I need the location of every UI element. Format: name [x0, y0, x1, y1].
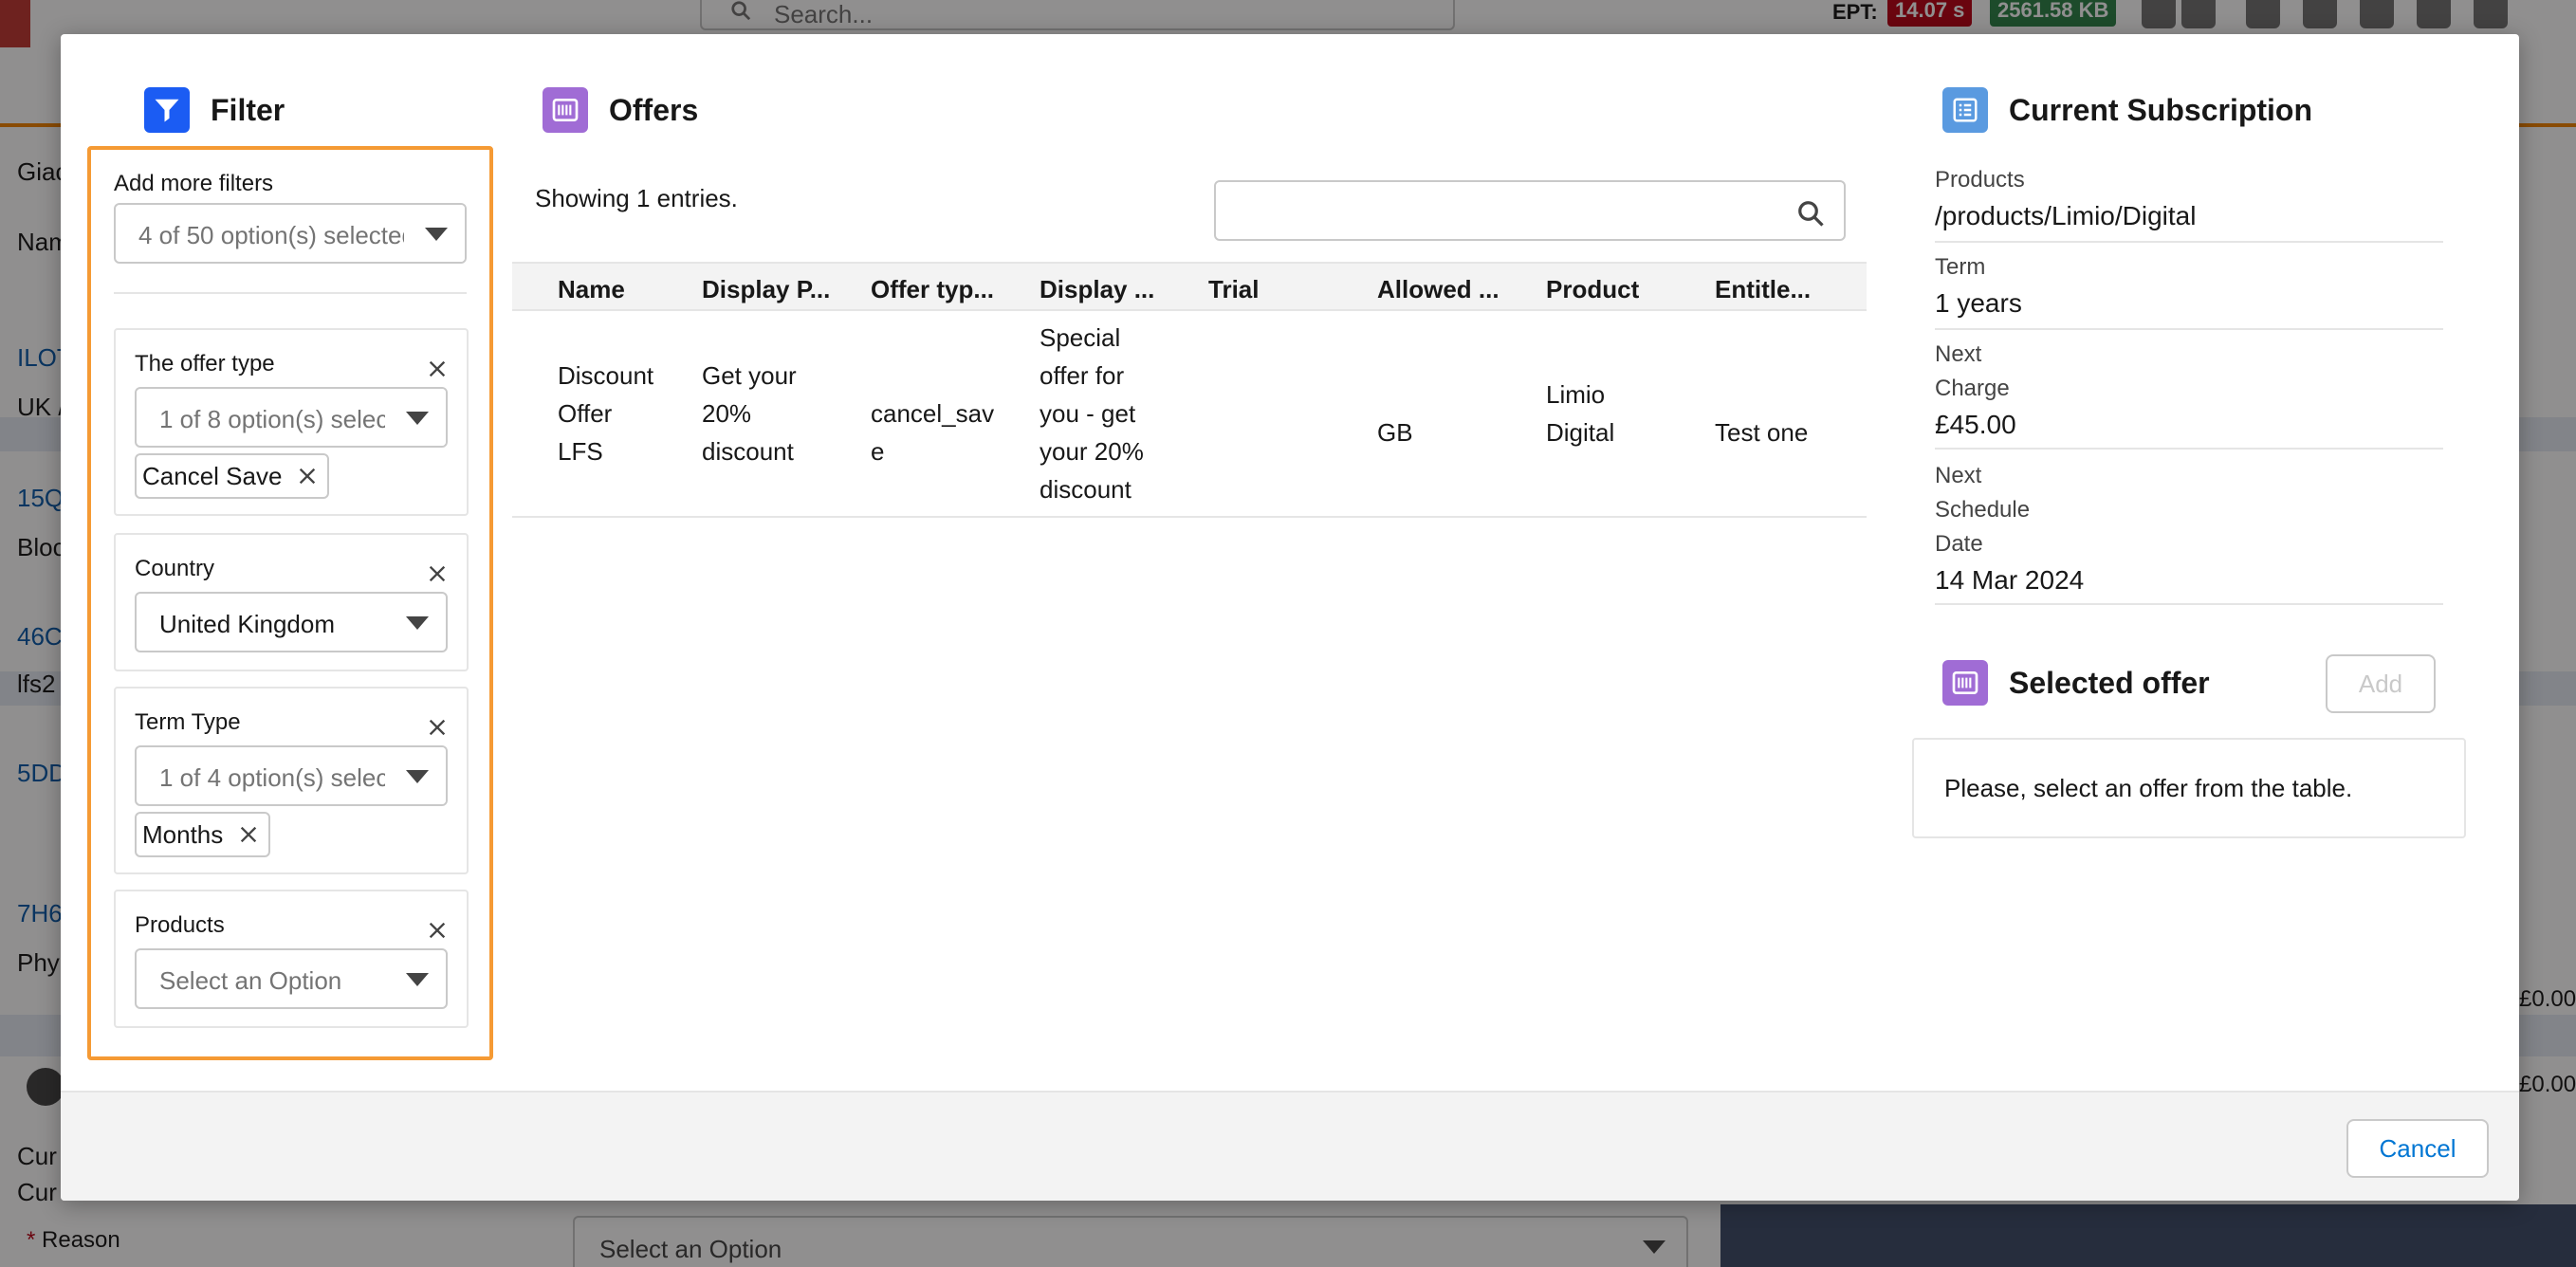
offer-type-combobox[interactable]: 1 of 8 option(s) selected: [135, 387, 448, 448]
search-icon[interactable]: [1796, 199, 1825, 228]
pricebook-icon: [1942, 660, 1988, 706]
add-more-filters-label: Add more filters: [114, 171, 274, 196]
country-value: United Kingdom: [159, 610, 335, 638]
pricebook-icon: [543, 87, 588, 133]
column-header-product[interactable]: Product: [1546, 275, 1639, 304]
field-value: /products/Limio/Digital: [1935, 201, 2197, 230]
offers-title: Offers: [609, 92, 699, 127]
filter-card-country: Country United Kingdom: [114, 533, 469, 671]
offers-search-input[interactable]: [1214, 180, 1846, 241]
filter-divider: [114, 292, 467, 294]
selected-offer-title: Selected offer: [2009, 665, 2210, 700]
products-combobox[interactable]: Select an Option: [135, 948, 448, 1009]
pill-label: Cancel Save: [142, 461, 283, 490]
subscription-field-next-schedule-date: Next Schedule Date 14 Mar 2024: [1935, 459, 2443, 605]
filter-card-products: Products Select an Option: [114, 890, 469, 1028]
field-label: Charge: [1935, 376, 2010, 401]
filter-card-offer-type: The offer type 1 of 8 option(s) selected…: [114, 328, 469, 516]
field-label: Date: [1935, 531, 1983, 557]
subscription-field-products: Products /products/Limio/Digital: [1935, 163, 2443, 243]
chevron-down-icon: [406, 616, 429, 630]
filter-card-label: Country: [135, 556, 215, 581]
filter-card-label: Products: [135, 912, 225, 938]
column-header-offer-type[interactable]: Offer typ...: [871, 275, 994, 304]
selected-offer-empty-state: Please, select an offer from the table.: [1912, 738, 2466, 838]
modal-body: Filter Add more filters 4 of 50 option(s…: [61, 34, 2519, 1091]
term-type-combobox[interactable]: 1 of 4 option(s) selected: [135, 745, 448, 806]
entries-count: Showing 1 entries.: [535, 184, 738, 212]
cell-entitlement: Test one: [1715, 418, 1809, 447]
filter-card-term-type: Term Type 1 of 4 option(s) selected Mont…: [114, 687, 469, 874]
add-more-filters-value: 4 of 50 option(s) selected: [138, 221, 415, 249]
cell-product: Limio Digital: [1546, 380, 1615, 447]
chevron-down-icon: [406, 412, 429, 425]
close-icon[interactable]: [427, 563, 448, 584]
column-header-display-description[interactable]: Display ...: [1040, 275, 1154, 304]
field-value: 1 years: [1935, 288, 2022, 318]
field-label: Next: [1935, 463, 1982, 488]
subscription-field-next-charge: Next Charge £45.00: [1935, 338, 2443, 450]
current-subscription-heading: Current Subscription: [1942, 87, 2312, 133]
offers-heading: Offers: [543, 87, 698, 133]
chevron-down-icon: [425, 228, 448, 241]
column-header-trial[interactable]: Trial: [1208, 275, 1259, 304]
modal-footer: Cancel: [61, 1091, 2519, 1201]
offers-table-header: Name Display P... Offer typ... Display .…: [512, 262, 1867, 311]
filter-icon: [144, 87, 190, 133]
cell-display-price: Get your 20% discount: [702, 361, 797, 466]
subscription-list-icon: [1942, 87, 1988, 133]
offer-type-value: 1 of 8 option(s) selected: [159, 405, 423, 433]
offers-modal: Filter Add more filters 4 of 50 option(s…: [61, 34, 2519, 1201]
filter-panel: Add more filters 4 of 50 option(s) selec…: [87, 146, 493, 1060]
filter-card-label: The offer type: [135, 351, 275, 376]
term-type-value: 1 of 4 option(s) selected: [159, 763, 423, 792]
cell-allowed-countries: GB: [1377, 418, 1413, 447]
current-subscription-title: Current Subscription: [2009, 92, 2313, 127]
filter-card-label: Term Type: [135, 709, 241, 735]
selected-offer-heading: Selected offer: [1942, 660, 2210, 706]
empty-state-text: Please, select an offer from the table.: [1944, 774, 2353, 802]
selected-pill-cancel-save: Cancel Save: [135, 453, 330, 499]
country-combobox[interactable]: United Kingdom: [135, 592, 448, 652]
cell-offer-type: cancel_sav e: [871, 399, 995, 466]
products-value: Select an Option: [159, 966, 342, 995]
column-header-allowed-countries[interactable]: Allowed ...: [1377, 275, 1500, 304]
field-label: Next: [1935, 341, 1982, 367]
remove-pill-icon[interactable]: [297, 466, 318, 487]
field-label: Products: [1935, 167, 2025, 193]
column-header-entitlement[interactable]: Entitle...: [1715, 275, 1811, 304]
column-header-display-price[interactable]: Display P...: [702, 275, 830, 304]
field-value: 14 Mar 2024: [1935, 565, 2085, 595]
close-icon[interactable]: [427, 358, 448, 379]
chevron-down-icon: [406, 770, 429, 783]
cell-name: Discount Offer LFS: [558, 361, 654, 466]
close-icon[interactable]: [427, 920, 448, 941]
table-row[interactable]: Discount Offer LFS Get your 20% discount can…: [512, 311, 1867, 518]
selected-pill-months: Months: [135, 812, 271, 857]
chevron-down-icon: [406, 973, 429, 986]
cell-display-description: Special offer for you - get your 20% discoun…: [1040, 323, 1144, 504]
field-label: Term: [1935, 254, 1986, 280]
add-more-filters-combobox[interactable]: 4 of 50 option(s) selected: [114, 203, 467, 264]
subscription-field-term: Term 1 years: [1935, 250, 2443, 330]
cancel-button[interactable]: Cancel: [2346, 1119, 2489, 1178]
add-offer-button[interactable]: Add: [2326, 654, 2436, 713]
close-icon[interactable]: [427, 717, 448, 738]
filter-heading: Filter: [144, 87, 285, 133]
pill-label: Months: [142, 819, 224, 849]
column-header-name[interactable]: Name: [558, 275, 625, 304]
filter-title: Filter: [211, 92, 285, 127]
remove-pill-icon[interactable]: [238, 824, 259, 845]
field-label: Schedule: [1935, 497, 2031, 523]
field-value: £45.00: [1935, 410, 2016, 439]
